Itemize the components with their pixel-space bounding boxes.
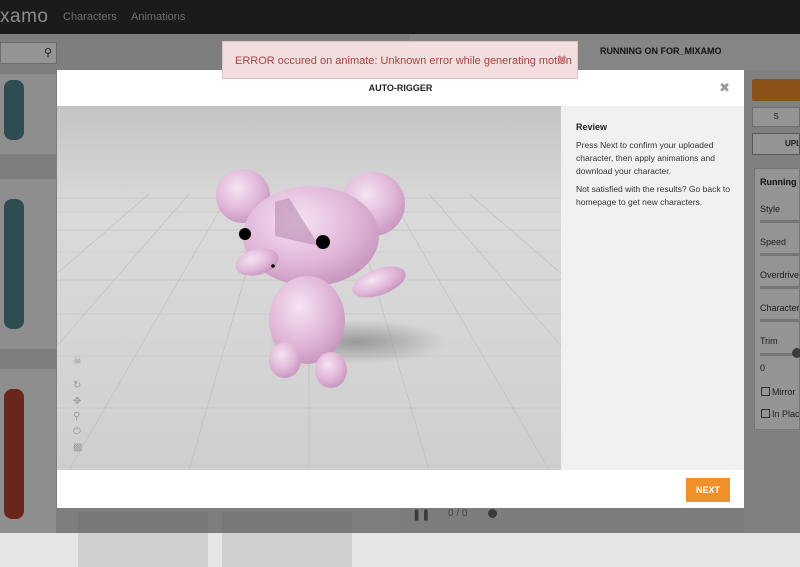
next-button[interactable]: NEXT	[686, 478, 730, 502]
close-icon[interactable]: ✖	[719, 80, 730, 96]
skull-icon[interactable]: ☠	[73, 356, 82, 367]
close-icon[interactable]: ✖	[557, 53, 567, 67]
rotate-icon[interactable]: ↻	[73, 380, 81, 391]
review-heading: Review	[576, 122, 608, 132]
review-instructions: Press Next to confirm your uploaded char…	[576, 140, 715, 176]
3d-viewport[interactable]: ☠ ↻ ✥ ⚲ ⏻ ▩	[57, 106, 561, 470]
dialog-title: AUTO-RIGGER	[368, 83, 433, 93]
move-icon[interactable]: ✥	[73, 396, 81, 407]
camera-icon[interactable]: ▩	[73, 442, 82, 453]
error-toast: ERROR occured on animate: Unknown error …	[222, 41, 578, 79]
review-retry-note: Not satisfied with the results? Go back …	[576, 184, 731, 207]
review-panel: Review Press Next to confirm your upload…	[561, 106, 744, 470]
character-3d-preview	[57, 106, 561, 470]
zoom-icon[interactable]: ⚲	[73, 411, 80, 422]
power-icon[interactable]: ⏻	[73, 426, 81, 437]
auto-rigger-dialog: AUTO-RIGGER ✖ ☠ ↻ ✥ ⚲ ⏻ ▩ Review Press N…	[57, 70, 744, 508]
error-message: ERROR occured on animate: Unknown error …	[235, 55, 572, 67]
